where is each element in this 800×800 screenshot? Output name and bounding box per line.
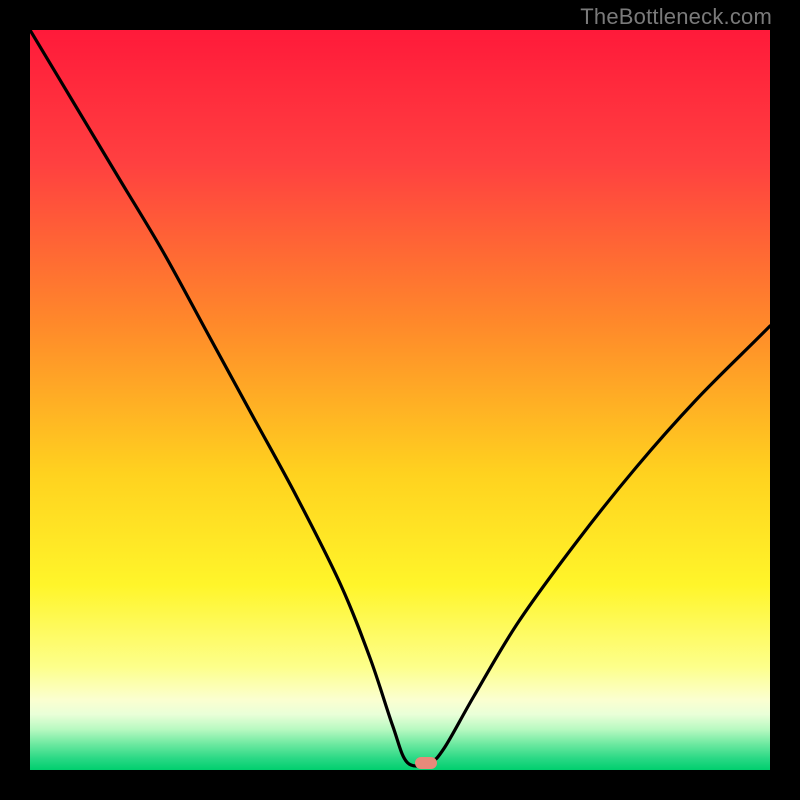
- chart-frame: TheBottleneck.com: [0, 0, 800, 800]
- plot-area: [30, 30, 770, 770]
- watermark-text: TheBottleneck.com: [580, 4, 772, 30]
- background-gradient: [30, 30, 770, 770]
